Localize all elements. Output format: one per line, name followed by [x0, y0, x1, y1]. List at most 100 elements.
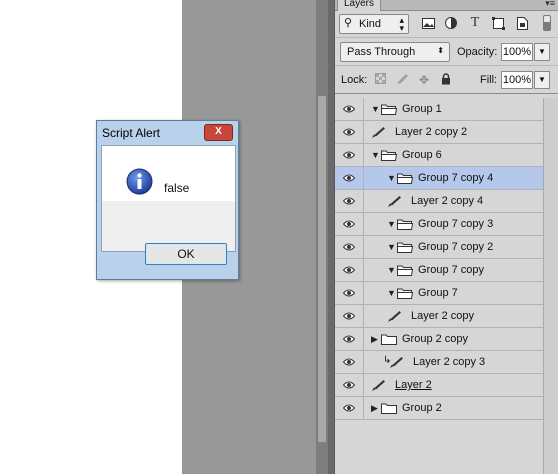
layer-name: Group 7 copy 4	[418, 172, 494, 184]
opacity-dropdown-icon[interactable]: ▼	[534, 43, 550, 61]
layer-row[interactable]: ▶ Group 2 copy	[335, 328, 543, 351]
smart-object-filter-icon[interactable]	[515, 16, 529, 30]
filter-kind-select[interactable]: ⚲ Kind ▴ ▾	[339, 14, 409, 34]
visibility-toggle[interactable]	[335, 374, 364, 396]
panel-menu-icon[interactable]: ▾≡	[545, 0, 555, 9]
ok-button[interactable]: OK	[145, 243, 227, 265]
eye-icon	[343, 220, 355, 228]
fill-input[interactable]: 100%	[501, 71, 533, 89]
eye-icon	[343, 243, 355, 251]
brush-icon	[387, 194, 403, 208]
layer-row[interactable]: ↳ Layer 2 copy 3	[335, 351, 543, 374]
lock-all-icon[interactable]	[439, 73, 453, 87]
visibility-toggle[interactable]	[335, 305, 364, 327]
folder-icon	[397, 286, 414, 300]
eye-icon	[343, 335, 355, 343]
visibility-toggle[interactable]	[335, 236, 364, 258]
visibility-toggle[interactable]	[335, 328, 364, 350]
layer-name: Group 6	[402, 149, 442, 161]
layer-row[interactable]: Layer 2 copy 2	[335, 121, 543, 144]
layer-row[interactable]: ▼ Group 7 copy 4	[335, 167, 543, 190]
lock-image-pixels-icon[interactable]	[395, 73, 409, 87]
fill-label: Fill:	[480, 74, 498, 86]
folder-icon	[381, 102, 398, 116]
collapse-triangle-icon[interactable]: ▼	[387, 287, 396, 299]
layer-row[interactable]: ▼ Group 7	[335, 282, 543, 305]
lock-transparent-pixels-icon[interactable]	[373, 73, 387, 87]
eye-icon	[343, 358, 355, 366]
brush-icon	[371, 125, 387, 139]
brush-icon	[389, 355, 405, 369]
eye-icon	[343, 404, 355, 412]
visibility-toggle[interactable]	[335, 282, 364, 304]
layer-name: Group 2	[402, 402, 442, 414]
visibility-toggle[interactable]	[335, 397, 364, 419]
dialog-body: false OK	[101, 145, 236, 265]
blend-row: Pass Through ⬍ Opacity: 100% ▼	[335, 38, 558, 66]
script-alert-dialog: Script Alert X false OK	[96, 120, 239, 280]
opacity-input[interactable]: 100%	[501, 43, 533, 61]
tab-layers[interactable]: Layers	[337, 0, 382, 11]
layer-name: Layer 2 copy 4	[411, 195, 484, 207]
blend-mode-value: Pass Through	[347, 46, 416, 58]
layer-row[interactable]: Layer 2 copy	[335, 305, 543, 328]
eye-icon	[343, 128, 355, 136]
collapse-triangle-icon[interactable]: ▼	[387, 264, 396, 276]
brush-icon	[371, 378, 387, 392]
image-filter-icon[interactable]	[421, 16, 435, 30]
updown-arrows-icon: ▴ ▾	[399, 15, 404, 33]
adjustment-filter-icon[interactable]	[444, 16, 458, 30]
visibility-toggle[interactable]	[335, 167, 364, 189]
collapse-triangle-icon[interactable]: ▼	[371, 149, 380, 161]
folder-icon	[381, 332, 397, 346]
layer-row[interactable]: ▼ Group 7 copy 2	[335, 236, 543, 259]
collapse-triangle-icon[interactable]: ▼	[387, 172, 396, 184]
visibility-toggle[interactable]	[335, 98, 364, 120]
folder-icon	[381, 401, 397, 415]
layer-name: Layer 2	[395, 379, 432, 391]
expand-triangle-icon[interactable]: ▶	[371, 333, 378, 345]
folder-icon	[397, 217, 414, 231]
layer-row[interactable]: ▼ Group 7 copy	[335, 259, 543, 282]
visibility-toggle[interactable]	[335, 259, 364, 281]
dialog-message: false	[164, 181, 190, 195]
visibility-toggle[interactable]	[335, 213, 364, 235]
layers-scrollbar[interactable]	[543, 98, 558, 474]
canvas-scrollbar-thumb[interactable]	[318, 96, 326, 442]
layer-row[interactable]: ▶ Group 2	[335, 397, 543, 420]
shape-filter-icon[interactable]	[491, 16, 505, 30]
layer-name: Layer 2 copy	[411, 310, 474, 322]
layer-row[interactable]: ▼ Group 1	[335, 98, 543, 121]
info-icon	[126, 168, 153, 195]
type-filter-icon[interactable]: T	[468, 15, 482, 30]
folder-icon	[381, 148, 398, 162]
filter-toggle-switch[interactable]	[543, 15, 551, 31]
eye-icon	[343, 151, 355, 159]
visibility-toggle[interactable]	[335, 144, 364, 166]
visibility-toggle[interactable]	[335, 351, 364, 373]
layer-row[interactable]: Layer 2	[335, 374, 543, 397]
blend-mode-select[interactable]: Pass Through ⬍	[340, 42, 450, 62]
canvas-vertical-scrollbar[interactable]	[316, 0, 328, 474]
fill-dropdown-icon[interactable]: ▼	[534, 71, 550, 89]
collapse-triangle-icon[interactable]: ▼	[387, 218, 396, 230]
visibility-toggle[interactable]	[335, 190, 364, 212]
folder-icon	[397, 263, 414, 277]
close-button[interactable]: X	[204, 124, 233, 141]
visibility-toggle[interactable]	[335, 121, 364, 143]
folder-icon	[397, 171, 414, 185]
layer-row[interactable]: ▼ Group 7 copy 3	[335, 213, 543, 236]
expand-triangle-icon[interactable]: ▶	[371, 402, 378, 414]
layer-name: Layer 2 copy 3	[413, 356, 486, 368]
opacity-label: Opacity:	[457, 46, 498, 58]
layers-panel: Layers ▾≡ ⚲ Kind ▴ ▾ T Pass Through ⬍ Opa…	[334, 0, 558, 474]
layer-name: Group 7 copy 3	[418, 218, 494, 230]
layer-row[interactable]: ▼ Group 6	[335, 144, 543, 167]
collapse-triangle-icon[interactable]: ▼	[371, 103, 380, 115]
eye-icon	[343, 381, 355, 389]
layer-row[interactable]: Layer 2 copy 4	[335, 190, 543, 213]
collapse-triangle-icon[interactable]: ▼	[387, 241, 396, 253]
filter-kind-label: Kind	[359, 18, 382, 30]
lock-position-icon[interactable]: ✥	[417, 73, 431, 87]
eye-icon	[343, 289, 355, 297]
